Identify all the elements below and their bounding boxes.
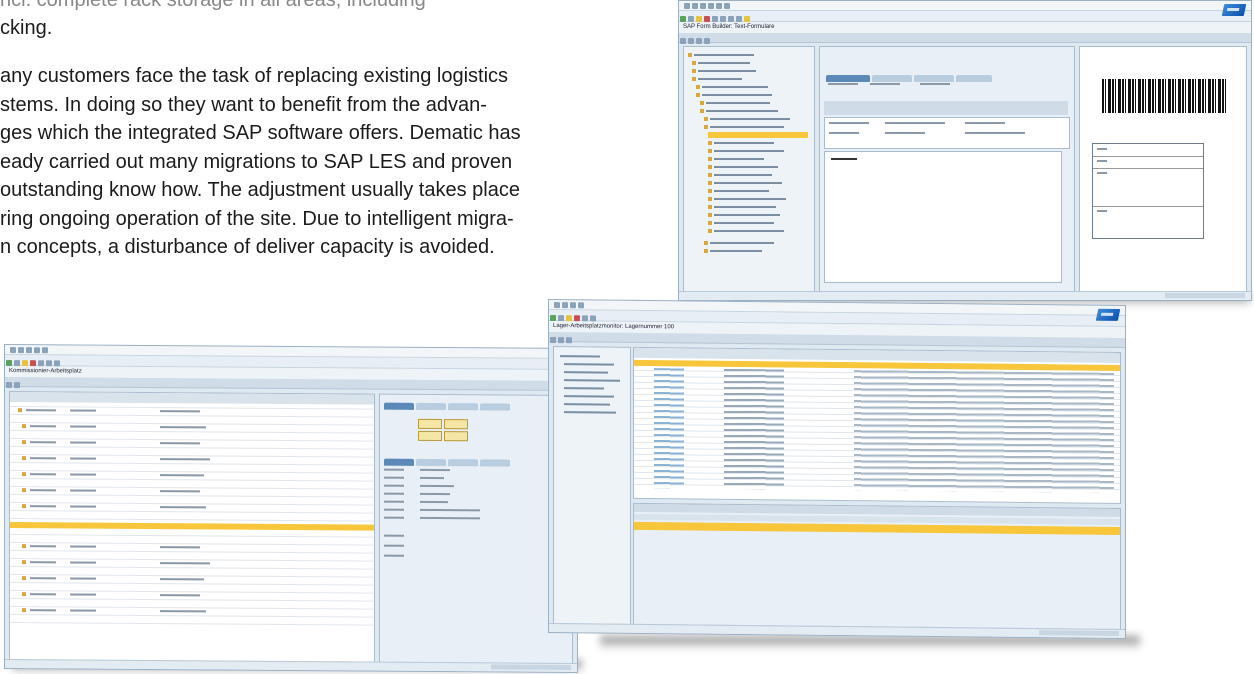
paragraph-line: eady carried out many migrations to SAP … bbox=[0, 150, 513, 173]
paragraph-line: any customers face the task of replacing… bbox=[0, 65, 509, 87]
sap-logo-icon bbox=[1095, 308, 1121, 321]
text-line-2: cking. bbox=[0, 17, 53, 39]
screenshot-form-builder: SAP Form Builder: Text-Formulare bbox=[678, 0, 1252, 301]
text-line-partial: ncl. complete rack storage in all areas,… bbox=[0, 0, 426, 11]
paragraph-line: ges which the integrated SAP software of… bbox=[0, 122, 521, 144]
handling-unit-tree bbox=[9, 391, 375, 664]
sap-logo-icon bbox=[1221, 4, 1247, 16]
screenshot-picking-workstation: Kommissionier-Arbeitsplatz bbox=[4, 343, 578, 674]
paragraph-line: n concepts, a disturbance of deliver cap… bbox=[0, 236, 495, 258]
label-preview bbox=[1079, 46, 1247, 293]
editor-panel bbox=[819, 46, 1075, 293]
paragraph-line: outstanding know how. The adjustment usu… bbox=[0, 179, 520, 201]
window-title: SAP Form Builder: Text-Formulare bbox=[679, 22, 1251, 33]
detail-panel bbox=[379, 393, 573, 665]
monitor-tree bbox=[553, 346, 631, 625]
barcode-icon bbox=[1102, 79, 1226, 113]
paragraph-line: stems. In doing so they want to benefit … bbox=[0, 93, 487, 116]
detail-table bbox=[633, 502, 1121, 630]
screenshot-warehouse-monitor: Lager-Arbeitsplatzmonitor: Lagernummer 1… bbox=[548, 298, 1126, 640]
tree-panel bbox=[683, 46, 815, 293]
article-paragraph: any customers face the task of replacing… bbox=[0, 62, 645, 262]
paragraph-line: ring ongoing operation of the site. Due … bbox=[0, 207, 514, 230]
transfer-order-table bbox=[633, 346, 1121, 504]
